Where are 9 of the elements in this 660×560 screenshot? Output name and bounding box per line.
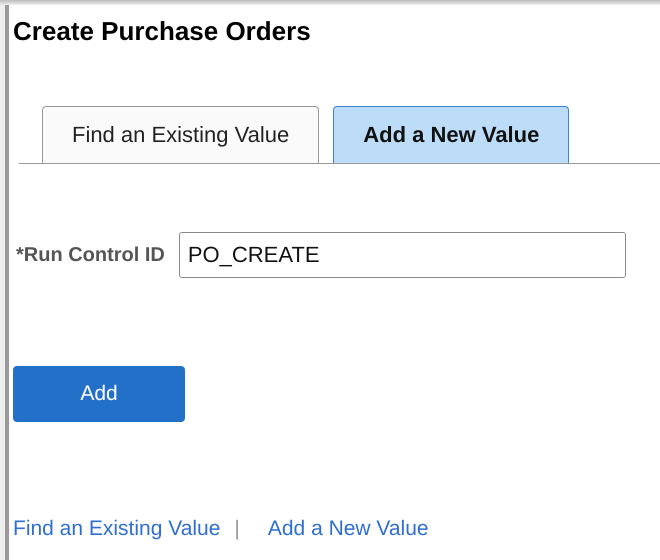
add-button[interactable]: Add [13, 366, 185, 422]
link-separator: | [234, 517, 240, 541]
field-label: *Run Control ID [16, 244, 165, 266]
find-value-link[interactable]: Find an Existing Value [13, 517, 220, 541]
page-title: Create Purchase Orders [13, 15, 312, 46]
tab[interactable]: Add a New Value [333, 106, 570, 163]
run-control-id-field[interactable]: PO_CREATE [178, 232, 626, 278]
tab[interactable]: Find an Existing Value [42, 106, 320, 163]
add-value-link[interactable]: Add a New Value [268, 517, 429, 541]
